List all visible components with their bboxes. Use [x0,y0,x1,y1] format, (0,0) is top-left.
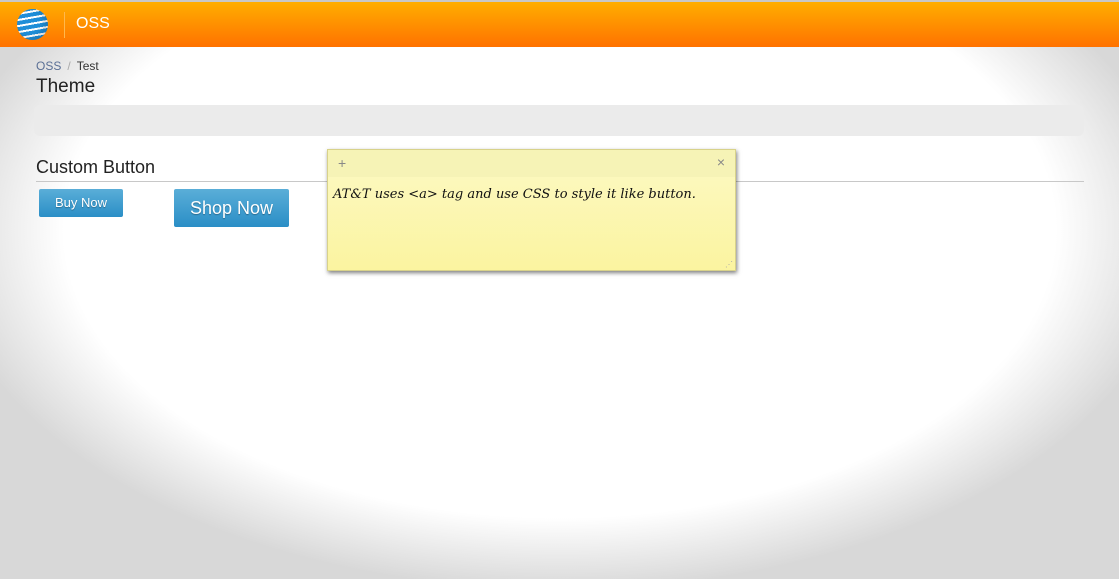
breadcrumb: OSS / Test [36,59,99,73]
breadcrumb-separator: / [67,59,71,73]
toolbar-bar [34,105,1084,136]
att-globe-logo-icon[interactable] [17,9,48,40]
header: OSS [0,2,1119,47]
breadcrumb-test: Test [76,59,99,73]
sticky-note[interactable]: + × AT&T uses <a> tag and use CSS to sty… [327,149,736,271]
sticky-note-header[interactable]: + × [328,150,735,177]
buy-now-button[interactable]: Buy Now [39,189,123,217]
header-divider [64,12,65,38]
sticky-note-text[interactable]: AT&T uses <a> tag and use CSS to style i… [328,177,735,212]
shop-now-button[interactable]: Shop Now [174,189,289,227]
app-name[interactable]: OSS [76,15,110,33]
resize-grip-icon[interactable]: ⋰ [725,260,733,269]
breadcrumb-oss[interactable]: OSS [36,59,61,73]
add-note-icon[interactable]: + [338,155,346,171]
page-title: Theme [36,76,96,97]
section-title: Custom Button [36,157,156,177]
close-icon[interactable]: × [717,154,725,170]
